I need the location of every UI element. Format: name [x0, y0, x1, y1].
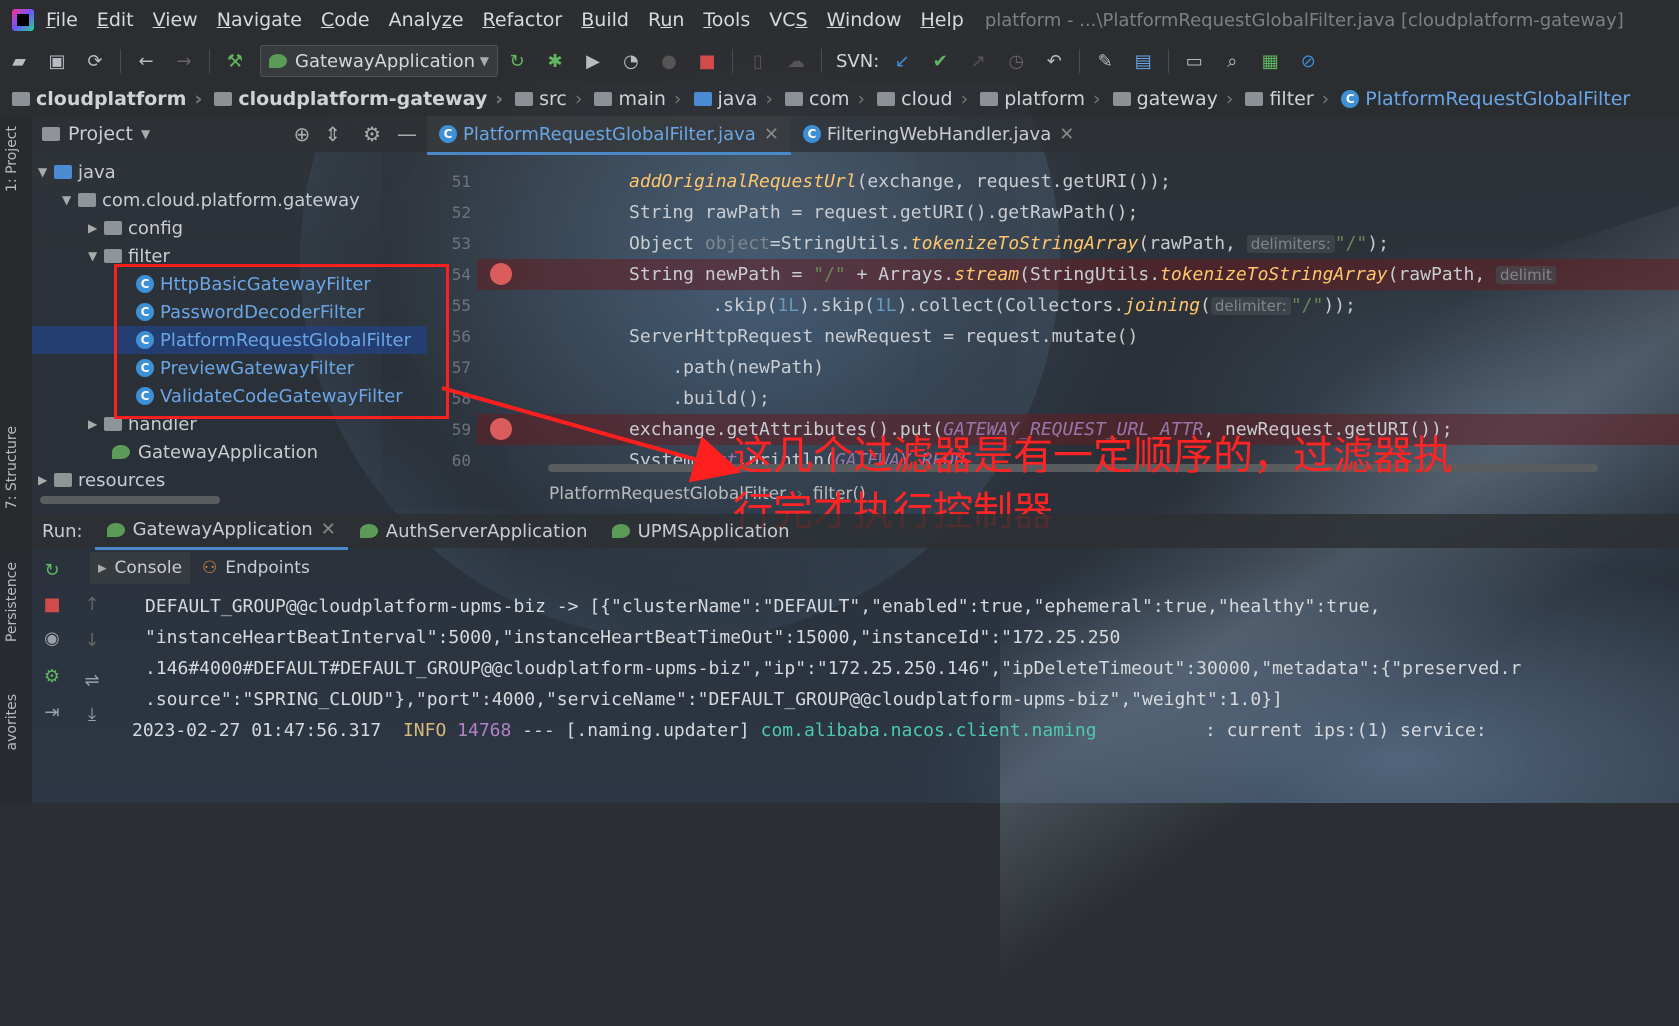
run-subtabs: ▸ Console ⚇ Endpoints	[72, 552, 1679, 584]
endpoints-icon: ⚇	[202, 558, 218, 578]
console-side-toolbar: ↑ ↓ ⇌ ⤓	[72, 584, 112, 803]
console-icon: ▸	[98, 558, 107, 578]
login-icon[interactable]: ⇥	[40, 700, 64, 724]
console-line: "instanceHeartBeatInterval":5000,"instan…	[145, 627, 1121, 648]
scroll-to-end-icon[interactable]: ⤓	[80, 702, 104, 726]
scroll-up-icon[interactable]: ↑	[80, 592, 104, 616]
subtab-endpoints[interactable]: ⚇ Endpoints	[202, 558, 310, 578]
close-icon[interactable]: ✕	[321, 519, 336, 540]
run-side-toolbar: ↻ ■ ◉ ⚙ ⇥	[32, 552, 72, 803]
restore-layout-icon[interactable]: ⚙	[40, 664, 64, 688]
run-tab-gateway[interactable]: GatewayApplication ✕	[94, 513, 348, 550]
spring-boot-icon	[611, 524, 630, 538]
rerun-icon[interactable]: ↻	[40, 558, 64, 582]
console-line: .source":"SPRING_CLOUD"},"port":4000,"se…	[145, 689, 1283, 710]
run-tab-auth-server[interactable]: AuthServerApplication	[348, 514, 600, 548]
scroll-down-icon[interactable]: ↓	[80, 628, 104, 652]
soft-wrap-icon[interactable]: ⇌	[80, 668, 104, 692]
spring-boot-icon	[359, 524, 378, 538]
stop-icon[interactable]: ■	[40, 592, 64, 616]
console-line: .146#4000#DEFAULT#DEFAULT_GROUP@@cloudpl…	[145, 658, 1522, 679]
run-tab-upms[interactable]: UPMSApplication	[600, 514, 802, 548]
spring-boot-icon	[106, 522, 125, 537]
run-panel-header: Run: GatewayApplication ✕ AuthServerAppli…	[32, 513, 1679, 550]
camera-icon[interactable]: ◉	[40, 626, 64, 650]
subtab-console[interactable]: ▸ Console	[90, 552, 191, 584]
annotation-text-line: 这几个过滤器是有一定顺序的，过滤器执	[733, 433, 1453, 479]
console-output[interactable]: DEFAULT_GROUP@@cloudplatform-upms-biz ->…	[112, 590, 1679, 803]
run-label: Run:	[42, 520, 83, 542]
console-log-line: 2023-02-27 01:47:56.317 INFO 14768 --- […	[132, 720, 1487, 741]
console-line: DEFAULT_GROUP@@cloudplatform-upms-biz ->…	[145, 596, 1381, 617]
